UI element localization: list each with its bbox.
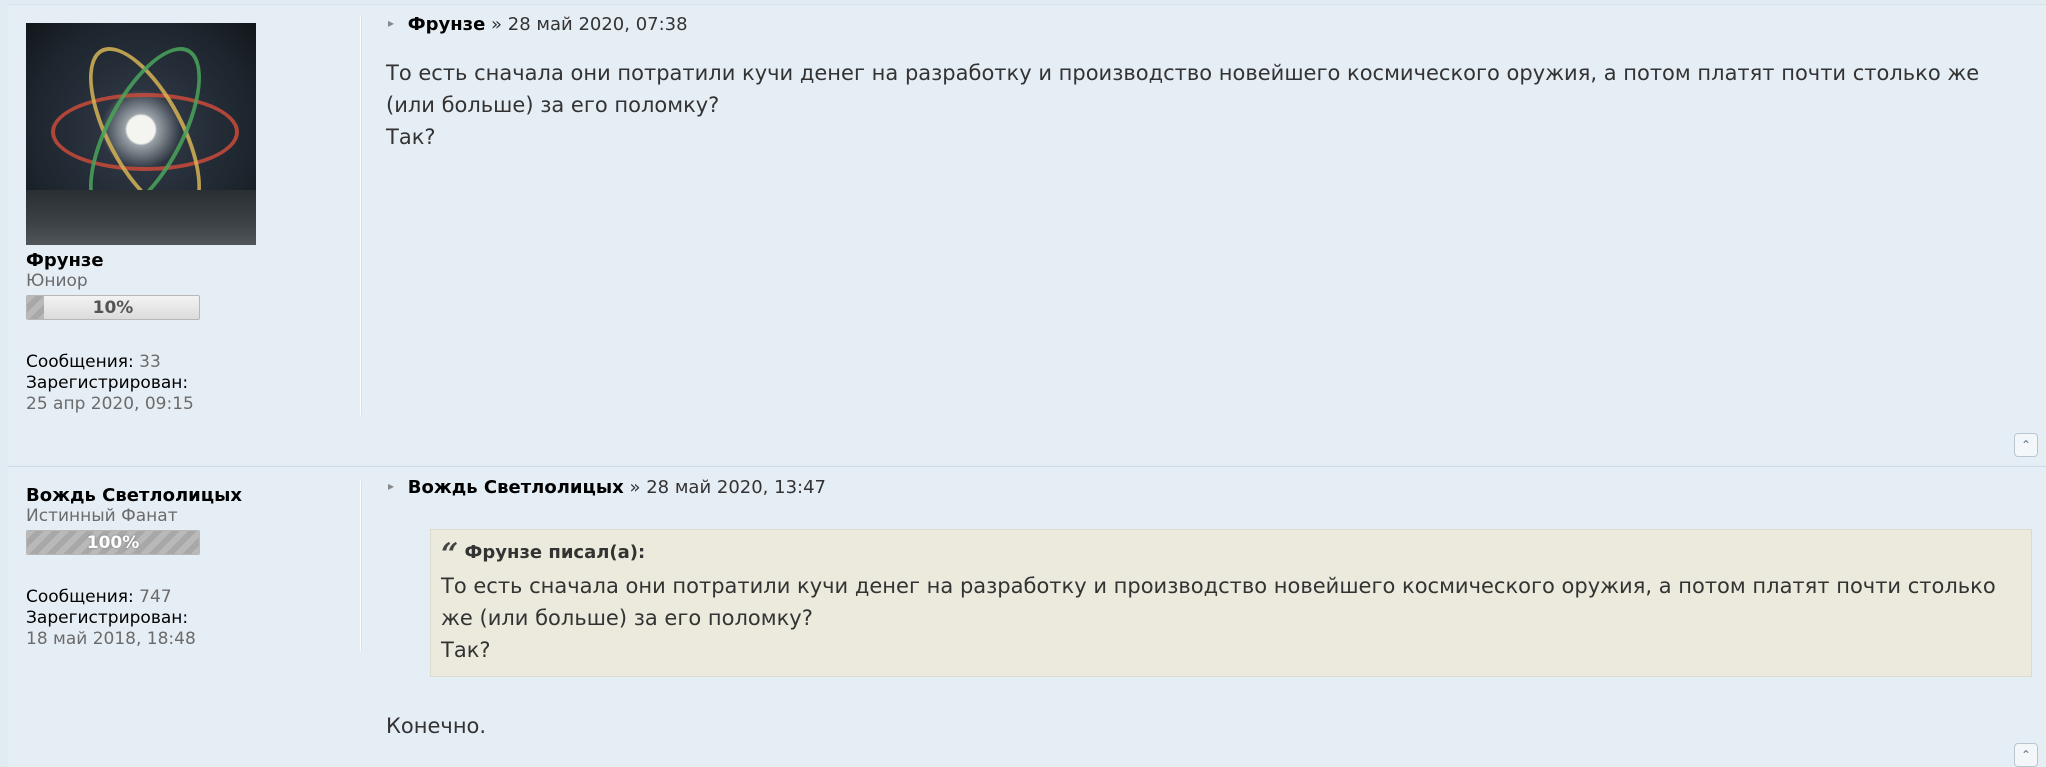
registered-label: Зарегистрирован: (26, 373, 189, 393)
messages-label: Сообщения: (26, 352, 134, 372)
rank-progress-bar: 10% (26, 295, 200, 320)
header-separator: » (629, 477, 641, 498)
registered-date: 18 май 2018, 18:48 (26, 629, 196, 649)
post-text-line: То есть сначала они потратили кучи денег… (386, 61, 1980, 117)
post-author-name[interactable]: Вождь Светлолицых (26, 485, 242, 506)
post-author-name[interactable]: Фрунзе (26, 250, 104, 271)
post-header: ▸ Вождь Светлолицых » 28 май 2020, 13:47 (388, 477, 826, 498)
avatar-ground (26, 190, 256, 245)
post-arrow-icon[interactable]: ▸ (388, 479, 402, 493)
rank-progress-bar: 100% (26, 530, 200, 555)
post-date: 28 май 2020, 07:38 (507, 14, 688, 35)
rank-progress-label: 100% (86, 533, 140, 553)
quote-line: То есть сначала они потратили кучи денег… (441, 574, 1996, 630)
forum-topic: Фрунзе Юниор 10% Сообщения: 33 Зарегистр… (0, 0, 2046, 767)
quote-line: Так? (441, 638, 491, 662)
messages-count: Сообщения: 33 (26, 352, 161, 372)
quote-mark-icon: “ (441, 537, 459, 572)
column-divider (360, 15, 361, 415)
quote-author: Фрунзе писал(а): (464, 542, 646, 563)
messages-value[interactable]: 747 (139, 587, 171, 607)
quote-text: То есть сначала они потратили кучи денег… (441, 570, 2021, 666)
post-body: Конечно. (386, 710, 1986, 742)
post-header-author[interactable]: Вождь Светлолицых (408, 477, 624, 498)
back-to-top-icon[interactable]: ⌃ (2014, 743, 2038, 767)
quote-header: “ Фрунзе писал(а): (441, 540, 2021, 570)
messages-count: Сообщения: 747 (26, 587, 172, 607)
header-separator: » (491, 14, 503, 35)
rank-progress-label: 10% (92, 298, 134, 318)
quote-block: “ Фрунзе писал(а): То есть сначала они п… (430, 529, 2032, 677)
column-divider (360, 481, 361, 651)
registered-date: 25 апр 2020, 09:15 (26, 394, 194, 414)
registered-label: Зарегистрирован: (26, 608, 189, 628)
user-rank: Истинный Фанат (26, 506, 178, 526)
user-rank: Юниор (26, 271, 88, 291)
post-text-line: Конечно. (386, 714, 487, 738)
post: Фрунзе Юниор 10% Сообщения: 33 Зарегистр… (8, 4, 2046, 465)
post-arrow-icon[interactable]: ▸ (388, 16, 402, 30)
post: Вождь Светлолицых Истинный Фанат 100% Со… (8, 466, 2046, 767)
messages-value[interactable]: 33 (139, 352, 161, 372)
post-header: ▸ Фрунзе » 28 май 2020, 07:38 (388, 14, 688, 35)
post-text-line: Так? (386, 125, 436, 149)
messages-label: Сообщения: (26, 587, 134, 607)
post-body: То есть сначала они потратили кучи денег… (386, 57, 1986, 153)
post-header-author[interactable]: Фрунзе (408, 14, 486, 35)
post-date: 28 май 2020, 13:47 (646, 477, 826, 498)
back-to-top-icon[interactable]: ⌃ (2014, 433, 2038, 457)
avatar[interactable] (26, 23, 256, 245)
